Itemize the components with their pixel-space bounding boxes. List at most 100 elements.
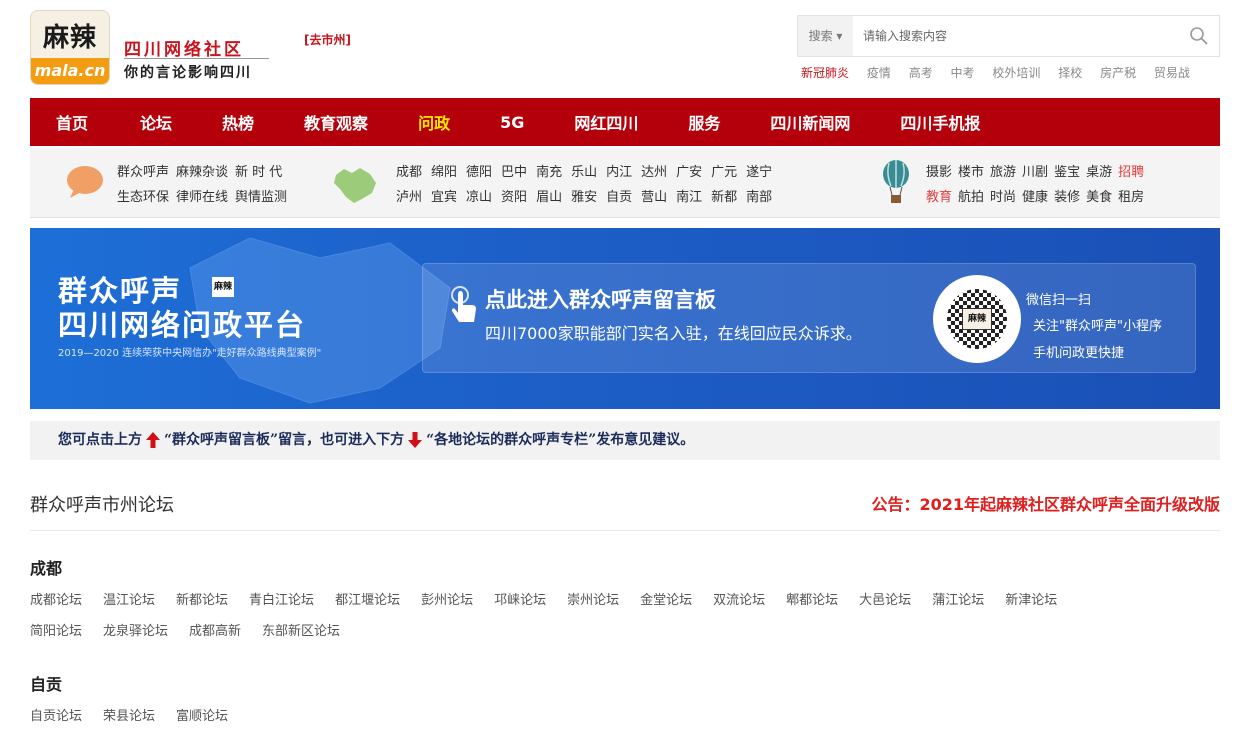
city-link[interactable]: 南充 [536, 165, 562, 180]
logo-text: 麻辣 [42, 23, 97, 53]
city-link[interactable]: 成都 [396, 165, 422, 180]
city-link[interactable]: 达州 [641, 165, 667, 180]
city-link[interactable]: 雅安 [571, 190, 597, 205]
nav-item-hot[interactable]: 热榜 [222, 110, 254, 134]
forum-link[interactable]: 都江堰论坛 [335, 589, 400, 608]
hot-word[interactable]: 新冠肺炎 [801, 66, 849, 80]
city-link[interactable]: 广安 [676, 165, 702, 180]
topic-link[interactable]: 川剧 [1022, 165, 1048, 180]
nav-item-5g[interactable]: 5G [500, 113, 524, 132]
forum-link[interactable]: 新都论坛 [176, 589, 228, 608]
qr-caption: 微信扫一扫 [1026, 293, 1092, 308]
site-slogan: 你的言论影响四川 [124, 65, 252, 81]
forum-link[interactable]: 大邑论坛 [859, 589, 911, 608]
forum-link[interactable]: 郫都论坛 [786, 589, 838, 608]
forum-link[interactable]: 富顺论坛 [176, 705, 228, 724]
search-input[interactable] [853, 16, 1173, 56]
category-row-left-1: 群众呼声 麻辣杂谈新 时 代 [117, 161, 282, 180]
search-icon[interactable] [1189, 26, 1209, 46]
city-link[interactable]: 遂宁 [746, 165, 772, 180]
city-link[interactable]: 德阳 [466, 165, 492, 180]
forum-link[interactable]: 崇州论坛 [567, 589, 619, 608]
forum-link[interactable]: 简阳论坛 [30, 620, 82, 639]
city-link[interactable]: 自贡 [606, 190, 632, 205]
nav-item-wanghong[interactable]: 网红四川 [574, 110, 638, 134]
hot-word[interactable]: 房产税 [1100, 66, 1136, 80]
divider [30, 530, 1220, 531]
forum-link[interactable]: 自贡论坛 [30, 705, 82, 724]
hot-word[interactable]: 择校 [1058, 66, 1082, 80]
city-link[interactable]: 南部 [746, 190, 772, 205]
forum-link[interactable]: 龙泉驿论坛 [103, 620, 168, 639]
topic-link[interactable]: 招聘 [1118, 165, 1144, 180]
topic-link[interactable]: 摄影 [926, 165, 952, 180]
hot-word[interactable]: 贸易战 [1154, 66, 1190, 80]
forum-link[interactable]: 蒲江论坛 [932, 589, 984, 608]
city-link[interactable]: 乐山 [571, 165, 597, 180]
city-row-2: 泸州 宜宾 凉山 资阳 眉山 雅安 自贡 营山 南江 新都 南部 [396, 186, 772, 205]
hot-word[interactable]: 校外培训 [992, 66, 1040, 80]
hot-word[interactable]: 高考 [909, 66, 933, 80]
city-link[interactable]: 广元 [711, 165, 737, 180]
city-link[interactable]: 新都 [711, 190, 737, 205]
topic-link[interactable]: 旅游 [990, 165, 1016, 180]
nav-item-education[interactable]: 教育观察 [304, 110, 368, 134]
forum-link[interactable]: 东部新区论坛 [262, 620, 340, 639]
site-logo[interactable]: 麻辣 mala.cn [30, 10, 110, 85]
city-link[interactable]: 凉山 [466, 190, 492, 205]
forum-link[interactable]: 彭州论坛 [421, 589, 473, 608]
topic-link[interactable]: 时尚 [990, 190, 1016, 205]
instruction-bar: 您可点击上方 “群众呼声留言板”留言，也可进入下方 “各地论坛的群众呼声专栏”发布意… [30, 421, 1220, 460]
forum-link[interactable]: 金堂论坛 [640, 589, 692, 608]
city-link[interactable]: 内江 [606, 165, 632, 180]
city-link[interactable]: 巴中 [501, 165, 527, 180]
topic-link[interactable]: 桌游 [1086, 165, 1112, 180]
city-link[interactable]: 营山 [641, 190, 667, 205]
forum-link[interactable]: 邛崃论坛 [494, 589, 546, 608]
topic-link[interactable]: 租房 [1118, 190, 1144, 205]
forum-link[interactable]: 温江论坛 [103, 589, 155, 608]
search-bar: 搜索 ▾ [797, 15, 1220, 57]
category-link[interactable]: 生态环保 [117, 190, 169, 205]
announcement-link[interactable]: 公告：2021年起麻辣社区群众呼声全面升级改版 [871, 491, 1220, 515]
forum-link[interactable]: 双流论坛 [713, 589, 765, 608]
category-link[interactable]: 麻辣杂谈 [176, 165, 228, 180]
topic-link[interactable]: 航拍 [958, 190, 984, 205]
city-link[interactable]: 眉山 [536, 190, 562, 205]
wenzheng-banner[interactable]: 群众呼声 麻辣 四川网络问政平台 2019—2020 连续荣获中央网信办"走好群… [30, 228, 1220, 409]
city-link[interactable]: 南江 [676, 190, 702, 205]
city-link[interactable]: 泸州 [396, 190, 422, 205]
topic-link[interactable]: 美食 [1086, 190, 1112, 205]
forum-link[interactable]: 青白江论坛 [249, 589, 314, 608]
search-type-select[interactable]: 搜索 ▾ [798, 16, 853, 56]
topic-link[interactable]: 楼市 [958, 165, 984, 180]
topic-link[interactable]: 健康 [1022, 190, 1048, 205]
sichuan-map-icon [334, 168, 376, 203]
forum-link[interactable]: 成都高新 [189, 620, 241, 639]
banner-text: 四川7000家职能部门实名入驻，在线回应民众诉求。 [485, 324, 862, 343]
city-link[interactable]: 资阳 [501, 190, 527, 205]
topic-link[interactable]: 鉴宝 [1054, 165, 1080, 180]
category-link[interactable]: 律师在线 [176, 190, 228, 205]
hot-word[interactable]: 中考 [951, 66, 975, 80]
nav-item-mobile-paper[interactable]: 四川手机报 [900, 110, 980, 134]
city-link[interactable]: 宜宾 [431, 190, 457, 205]
nav-item-service[interactable]: 服务 [688, 110, 720, 134]
topic-link[interactable]: 教育 [926, 190, 952, 205]
city-link[interactable]: 绵阳 [431, 165, 457, 180]
category-link[interactable]: 群众呼声 [117, 165, 169, 180]
forum-link[interactable]: 新津论坛 [1005, 589, 1057, 608]
nav-item-wenzheng[interactable]: 问政 [418, 110, 450, 134]
topic-link[interactable]: 装修 [1054, 190, 1080, 205]
nav-item-news[interactable]: 四川新闻网 [770, 110, 850, 134]
hot-word[interactable]: 疫情 [867, 66, 891, 80]
category-link[interactable]: 舆情监测 [235, 190, 287, 205]
forum-link[interactable]: 荣县论坛 [103, 705, 155, 724]
category-link[interactable]: 新 时 代 [235, 165, 282, 180]
nav-item-home[interactable]: 首页 [56, 110, 88, 134]
category-row-left-2: 生态环保 律师在线 舆情监测 [117, 186, 287, 205]
nav-item-forum[interactable]: 论坛 [140, 110, 172, 134]
go-city-link[interactable]: [去市州] [304, 31, 351, 48]
qr-caption-2: 关注"群众呼声"小程序 [1033, 319, 1162, 334]
forum-link[interactable]: 成都论坛 [30, 589, 82, 608]
